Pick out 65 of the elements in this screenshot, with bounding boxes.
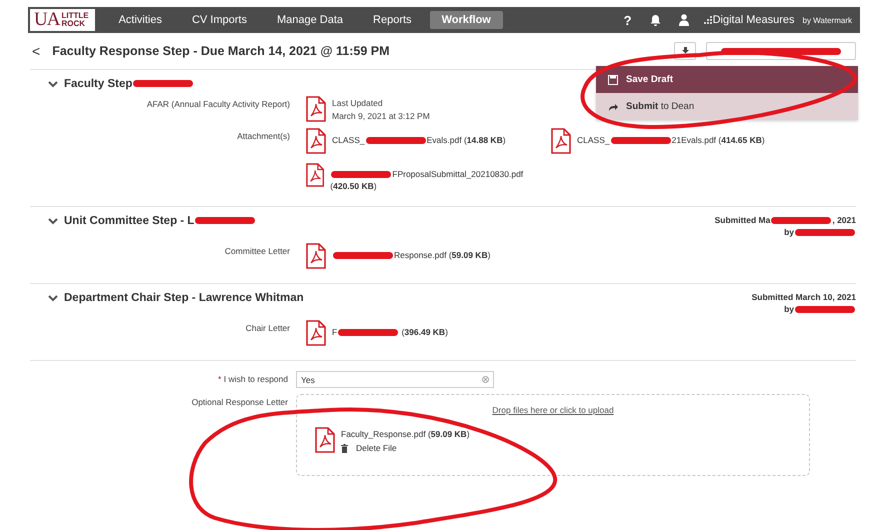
chevron-down-icon	[48, 294, 58, 302]
field-label: * I wish to respond	[217, 373, 288, 384]
file-link[interactable]: CLASS_ Evals.pdf (14.88 KB)	[332, 128, 506, 146]
submission-info: by	[784, 304, 856, 314]
redaction-scribble	[610, 137, 671, 144]
nav-tab[interactable]: Manage Data	[264, 11, 356, 29]
redaction-scribble	[133, 80, 194, 88]
submission-info: Submitted Ma , 2021	[714, 215, 856, 225]
redaction-scribble	[771, 217, 832, 224]
redaction-scribble	[333, 252, 393, 260]
last-updated-text: Last Updated	[332, 98, 384, 108]
last-updated-text: March 9, 2021 at 3:12 PM	[332, 111, 430, 121]
pdf-file-icon	[306, 128, 326, 154]
file-drop-zone[interactable]: Drop files here or click to upload Faculty_Response.pdf (59.09 KB) Delete File	[296, 394, 810, 476]
user-icon	[678, 14, 689, 26]
pdf-file-icon	[306, 162, 324, 188]
chevron-down-icon	[48, 218, 58, 224]
delete-file-button[interactable]: Delete File	[341, 443, 470, 453]
file-link[interactable]: Response.pdf (59.09 KB)	[332, 243, 490, 261]
brand-name: Digital Measures	[712, 14, 794, 26]
field-label: Attachment(s)	[236, 130, 290, 143]
dots-logo-icon	[704, 16, 712, 24]
redaction-scribble	[195, 217, 256, 224]
pdf-file-icon	[306, 243, 326, 269]
upload-link[interactable]: Drop files here or click to upload	[492, 405, 614, 415]
redaction-scribble	[338, 329, 398, 336]
nav-tab[interactable]: Workflow	[430, 11, 503, 29]
download-icon	[680, 46, 690, 56]
bell-icon	[650, 14, 661, 26]
step-title[interactable]: Department Chair Step - Lawrence Whitman	[48, 292, 304, 304]
file-link[interactable]: FProposalSubmittal_20210830.pdf (420.50 KB)	[330, 162, 551, 192]
pdf-file-icon	[306, 96, 326, 122]
redaction-scribble	[795, 229, 855, 236]
file-link[interactable]: F (396.49 KB)	[332, 320, 448, 338]
share-arrow-icon	[608, 102, 618, 110]
submission-info: by	[784, 227, 856, 237]
menu-item[interactable]: Submit to Dean	[596, 93, 858, 120]
pdf-file-icon	[315, 427, 335, 453]
respond-select[interactable]: Yes	[296, 371, 494, 388]
submission-info: Submitted March 10, 2021	[752, 292, 856, 302]
pdf-file-icon	[551, 128, 571, 154]
brand-tagline: by Watermark	[802, 16, 852, 24]
help-button[interactable]: ?	[614, 12, 641, 28]
step-title[interactable]: Faculty Step	[48, 78, 194, 90]
chevron-down-icon	[48, 80, 58, 88]
redaction-scribble	[331, 171, 392, 178]
save-icon	[608, 74, 618, 84]
back-button[interactable]: <	[30, 43, 42, 59]
redaction-scribble	[795, 306, 855, 314]
field-label: AFAR (Annual Faculty Activity Report)	[146, 98, 290, 111]
nav-tab[interactable]: Reports	[361, 11, 424, 29]
field-label: Committee Letter	[224, 245, 290, 258]
page-title: Faculty Response Step - Due March 14, 2021 @ 11:59 PM	[52, 44, 390, 58]
clear-icon	[482, 376, 489, 383]
field-label: Optional Response Letter	[190, 396, 288, 407]
nav-tab[interactable]: Activities	[106, 11, 174, 29]
nav-tab[interactable]: CV Imports	[180, 11, 259, 29]
step-title[interactable]: Unit Committee Step - L	[48, 215, 256, 227]
menu-item[interactable]: Save Draft	[596, 66, 858, 93]
redaction-scribble	[366, 137, 426, 144]
uploaded-file-name: Faculty_Response.pdf (59.09 KB)	[341, 429, 470, 439]
field-label: Chair Letter	[244, 322, 290, 335]
trash-icon	[341, 444, 348, 452]
pdf-file-icon	[306, 320, 326, 346]
file-link[interactable]: CLASS_ 21Evals.pdf (414.65 KB)	[577, 128, 765, 146]
